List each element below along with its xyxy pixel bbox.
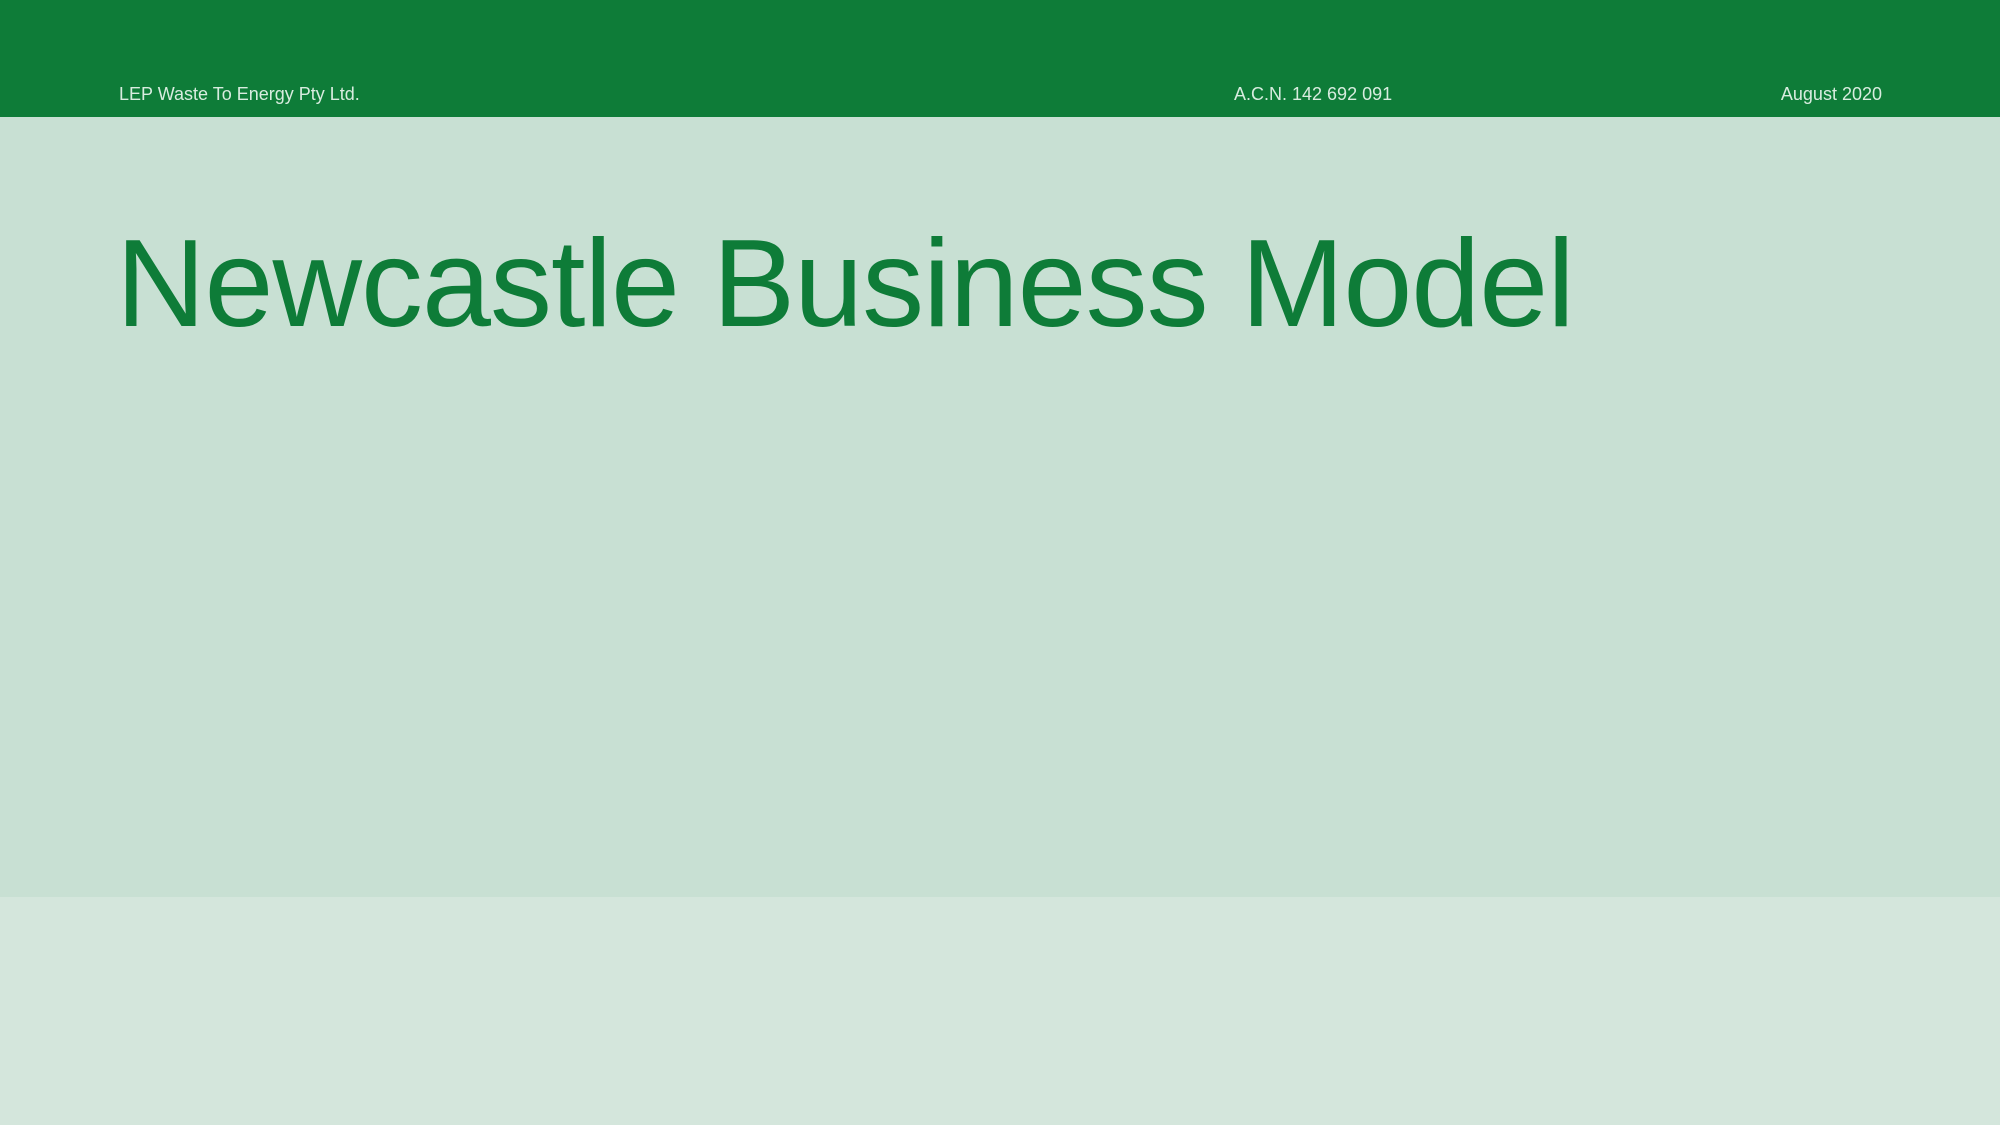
document-date: August 2020: [1780, 84, 1882, 104]
company-acn: A.C.N. 142 692 091: [1234, 84, 1393, 104]
lower-panel: [0, 897, 2000, 1125]
slide: LEP Waste To Energy Pty Ltd. A.C.N. 142 …: [0, 0, 2000, 1125]
slide-title: Newcastle Business Model: [116, 215, 1575, 353]
company-name: LEP Waste To Energy Pty Ltd.: [119, 84, 360, 104]
header-bar: LEP Waste To Energy Pty Ltd. A.C.N. 142 …: [0, 0, 2000, 117]
